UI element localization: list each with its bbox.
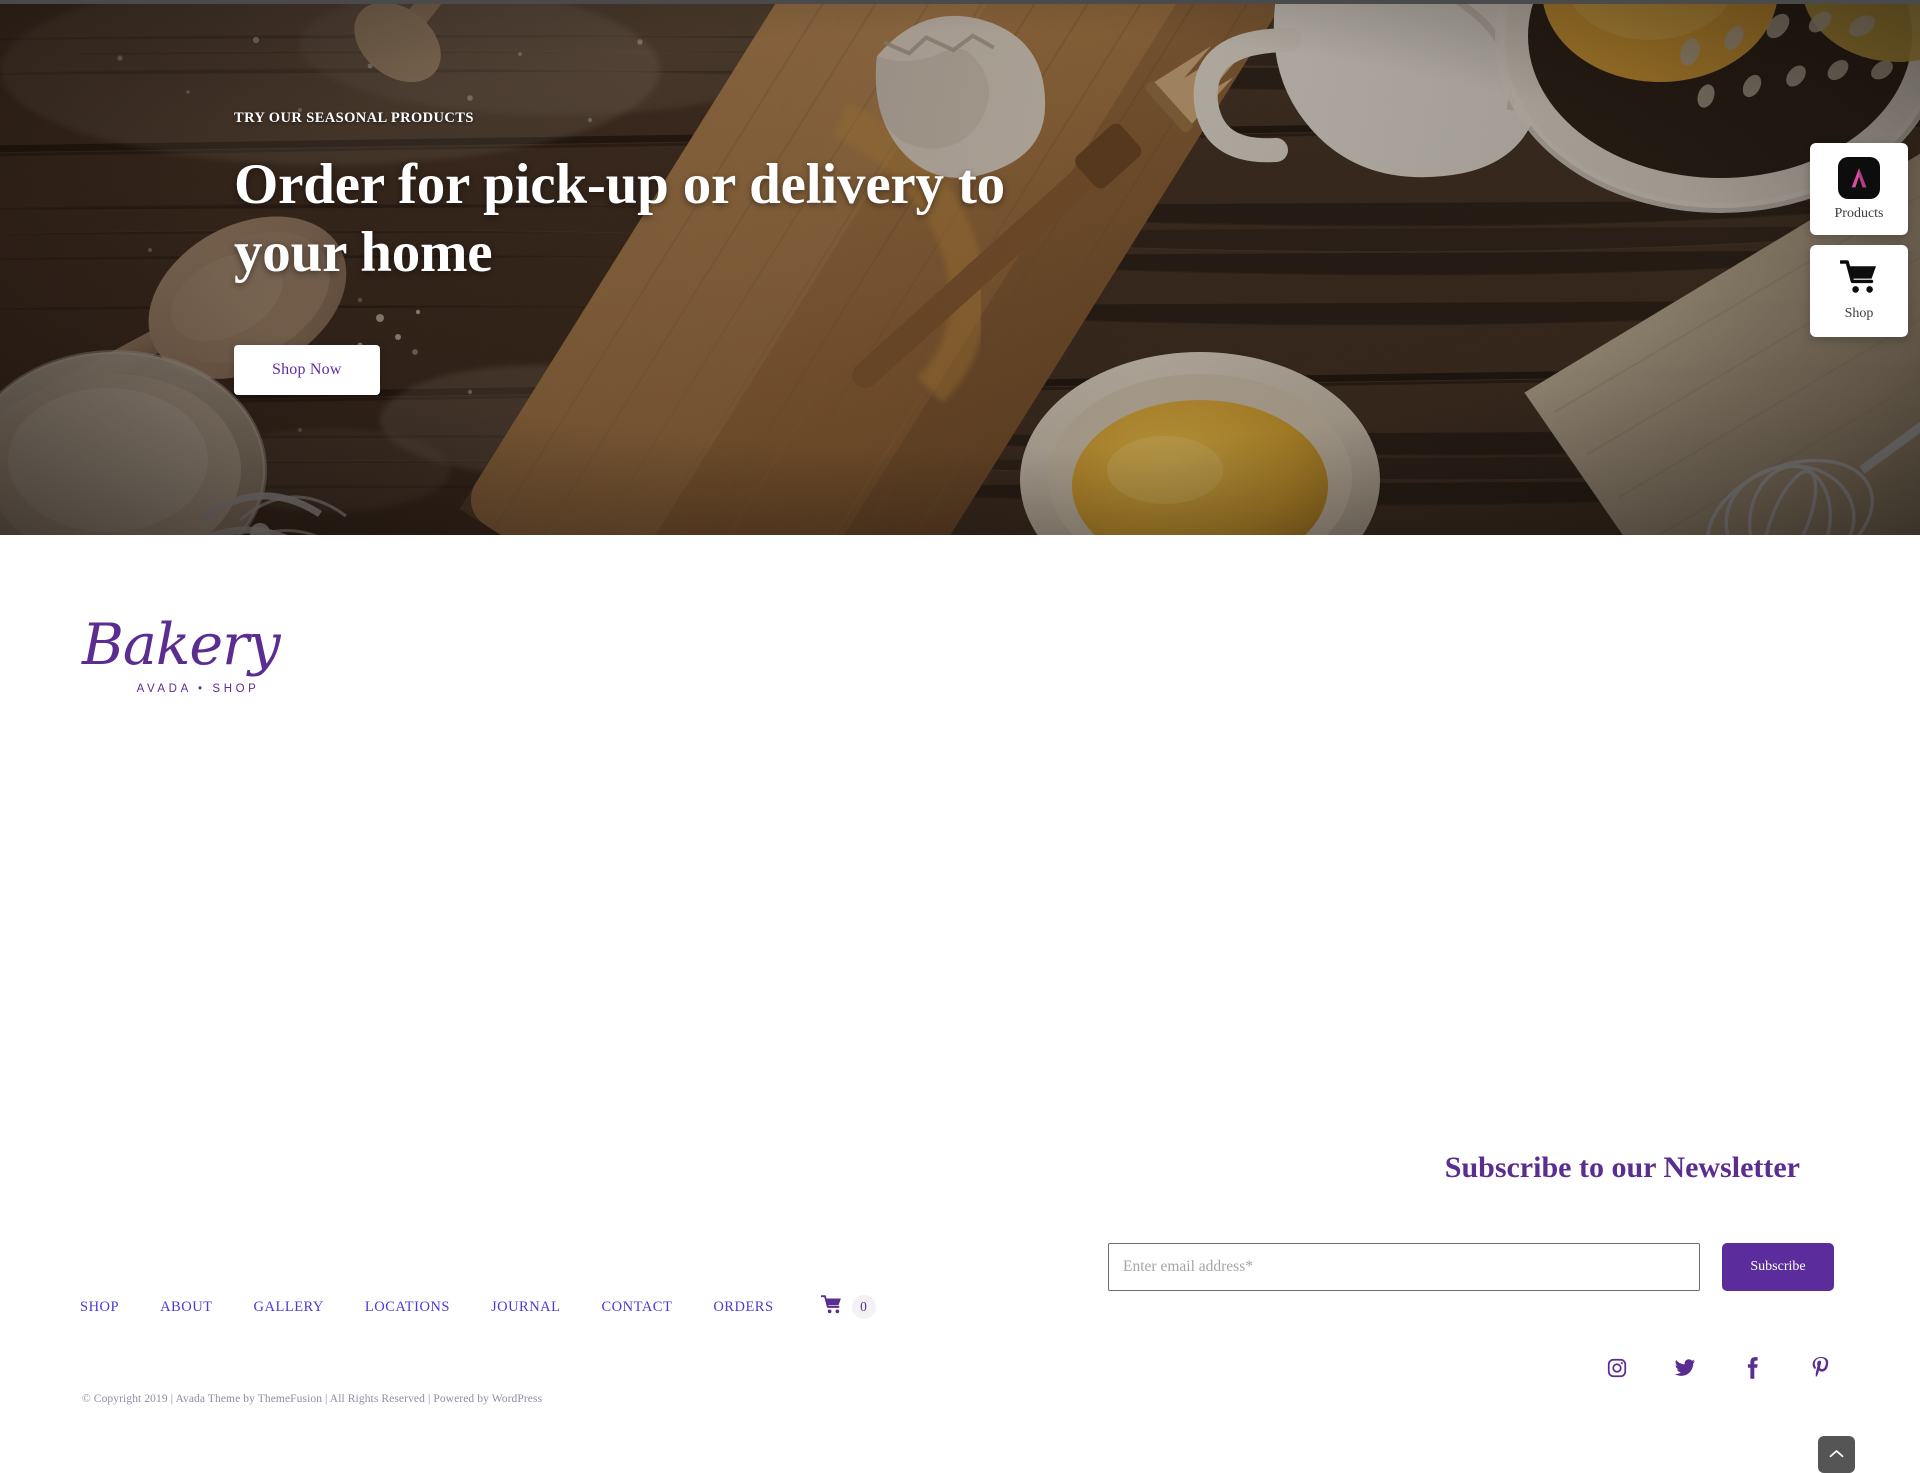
footer-nav-locations[interactable]: LOCATIONS [365, 1299, 471, 1316]
newsletter-subscribe-button[interactable]: Subscribe [1722, 1243, 1834, 1291]
footer-nav-gallery[interactable]: GALLERY [254, 1299, 345, 1316]
newsletter-heading: Subscribe to our Newsletter [1444, 1151, 1800, 1184]
shop-now-button[interactable]: Shop Now [234, 344, 380, 395]
newsletter-form: Subscribe [1108, 1243, 1834, 1291]
footer-navigation: SHOP ABOUT GALLERY LOCATIONS JOURNAL CON… [80, 1295, 876, 1319]
scroll-to-top-button[interactable] [1818, 1436, 1855, 1473]
avada-logo-icon [1838, 156, 1880, 199]
newsletter-email-input[interactable] [1108, 1243, 1700, 1291]
shopping-cart-icon [1839, 260, 1878, 299]
instagram-icon[interactable] [1604, 1355, 1630, 1381]
facebook-icon[interactable] [1740, 1355, 1766, 1381]
hero-title: Order for pick-up or delivery to your ho… [234, 153, 1005, 284]
footer-nav-orders[interactable]: ORDERS [713, 1299, 794, 1316]
shopping-cart-icon [820, 1295, 842, 1319]
floating-shortcut-cards: Products Shop [1810, 143, 1908, 337]
floating-card-shop[interactable]: Shop [1810, 245, 1908, 337]
hero-content: TRY OUR SEASONAL PRODUCTS Order for pick… [234, 110, 1134, 395]
floating-card-shop-label: Shop [1844, 306, 1874, 321]
copyright-text: © Copyright 2019 | Avada Theme by ThemeF… [82, 1393, 543, 1405]
footer-nav-contact[interactable]: CONTACT [602, 1299, 694, 1316]
footer-nav-about[interactable]: ABOUT [160, 1299, 233, 1316]
pinterest-icon[interactable] [1808, 1355, 1834, 1381]
top-accent-bar [0, 0, 1920, 4]
bakery-logo-wordmark: Bakery [82, 612, 281, 678]
hero-eyebrow: TRY OUR SEASONAL PRODUCTS [234, 110, 474, 126]
cart-count-badge: 0 [851, 1295, 876, 1319]
site-footer: Bakery AVADA • SHOP Subscribe to our New… [0, 535, 1920, 1473]
social-links [1604, 1355, 1834, 1381]
hero-section: TRY OUR SEASONAL PRODUCTS Order for pick… [0, 0, 1920, 535]
footer-cart-link[interactable]: 0 [820, 1295, 876, 1319]
twitter-icon[interactable] [1672, 1355, 1698, 1381]
chevron-up-icon [1829, 1446, 1844, 1464]
footer-nav-journal[interactable]: JOURNAL [491, 1299, 582, 1316]
floating-card-products-label: Products [1834, 205, 1884, 221]
footer-nav-shop[interactable]: SHOP [80, 1299, 140, 1316]
floating-card-products[interactable]: Products [1810, 143, 1908, 235]
bakery-logo-tagline: AVADA • SHOP [136, 683, 260, 695]
bakery-logo[interactable]: Bakery AVADA • SHOP [82, 612, 292, 696]
